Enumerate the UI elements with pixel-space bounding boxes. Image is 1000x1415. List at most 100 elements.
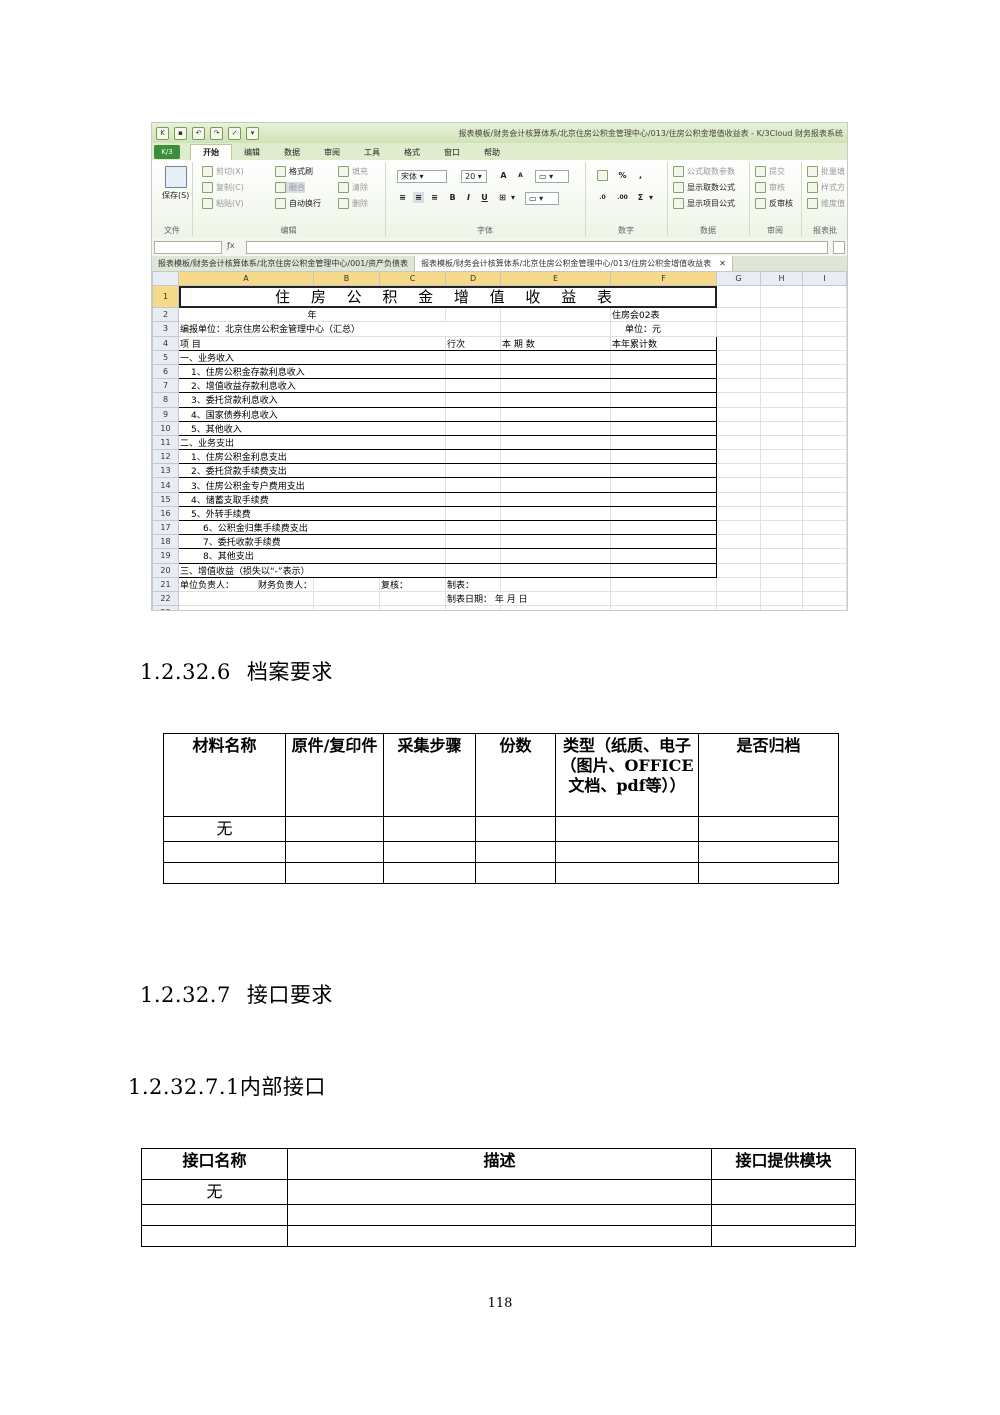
cell[interactable] bbox=[313, 576, 381, 592]
item-cell[interactable]: 二、业务支出 bbox=[177, 434, 447, 451]
cell[interactable] bbox=[610, 576, 718, 592]
row-header[interactable]: 9 bbox=[152, 406, 179, 422]
percent-button[interactable]: % bbox=[617, 170, 628, 181]
cell[interactable] bbox=[716, 534, 762, 550]
cell[interactable] bbox=[716, 605, 762, 610]
cell[interactable] bbox=[500, 392, 612, 408]
cell[interactable] bbox=[610, 534, 718, 550]
item-cell[interactable]: 2、委托贷款手续费支出 bbox=[177, 463, 447, 479]
row-header[interactable]: 17 bbox=[152, 519, 179, 536]
col-header-i[interactable]: I bbox=[802, 270, 847, 287]
item-cell[interactable]: 一、业务收入 bbox=[177, 349, 447, 365]
paste-button[interactable]: 粘贴(V) bbox=[202, 198, 244, 209]
cell[interactable] bbox=[313, 590, 381, 607]
col-header-f[interactable]: F bbox=[610, 270, 718, 287]
bold-button[interactable]: B bbox=[447, 192, 458, 203]
cell[interactable] bbox=[445, 605, 502, 610]
item-cell[interactable]: 7、委托收款手续费 bbox=[177, 534, 447, 550]
row-header[interactable]: 22 bbox=[152, 590, 179, 607]
fill-button[interactable]: 填充 bbox=[338, 166, 368, 177]
cell[interactable] bbox=[610, 605, 718, 610]
tab-data[interactable]: 数据 bbox=[272, 145, 312, 160]
cell[interactable] bbox=[802, 534, 847, 550]
row-header[interactable]: 18 bbox=[152, 534, 179, 550]
cell[interactable] bbox=[716, 434, 762, 451]
report-code-cell[interactable]: 住房会02表 bbox=[610, 307, 718, 323]
cell[interactable] bbox=[445, 505, 502, 522]
cell[interactable] bbox=[445, 562, 502, 578]
cell[interactable] bbox=[716, 349, 762, 365]
dimension-button[interactable]: 维度值 bbox=[807, 198, 845, 209]
reporting-unit-cell[interactable]: 编报单位：北京住房公积金管理中心（汇总） bbox=[177, 321, 502, 337]
cell[interactable] bbox=[716, 562, 762, 578]
row-header[interactable]: 5 bbox=[152, 349, 179, 365]
cell[interactable] bbox=[716, 477, 762, 493]
formula-params-button[interactable]: 公式取数参数 bbox=[673, 166, 735, 177]
item-cell[interactable]: 3、委托贷款利息收入 bbox=[177, 392, 447, 408]
cell[interactable] bbox=[500, 420, 612, 436]
cell[interactable] bbox=[610, 434, 718, 451]
tab-review[interactable]: 审阅 bbox=[312, 145, 352, 160]
header-current-cell[interactable]: 本 期 数 bbox=[500, 335, 612, 351]
row-header[interactable]: 2 bbox=[152, 307, 179, 323]
save-button[interactable]: 保存(S) bbox=[162, 166, 189, 201]
item-cell[interactable]: 三、增值收益（损失以“-”表示） bbox=[177, 562, 447, 578]
cell[interactable] bbox=[610, 477, 718, 493]
cell[interactable] bbox=[802, 349, 847, 365]
unaudit-button[interactable]: 反审核 bbox=[755, 198, 793, 209]
cell[interactable] bbox=[445, 307, 502, 323]
function-icon[interactable]: ƒx bbox=[227, 241, 235, 250]
col-header-e[interactable]: E bbox=[500, 270, 612, 287]
decrease-decimal-button[interactable]: .00 bbox=[617, 192, 628, 203]
col-header-d[interactable]: D bbox=[445, 270, 502, 287]
cell[interactable] bbox=[445, 477, 502, 493]
cell[interactable] bbox=[760, 378, 804, 394]
header-cumulative-cell[interactable]: 本年累计数 bbox=[610, 335, 718, 351]
cell[interactable] bbox=[500, 321, 612, 337]
cell[interactable] bbox=[760, 534, 804, 550]
cell[interactable] bbox=[760, 548, 804, 564]
cell[interactable] bbox=[177, 590, 315, 607]
row-header[interactable]: 7 bbox=[152, 378, 179, 394]
cell[interactable] bbox=[802, 491, 847, 507]
row-header[interactable]: 15 bbox=[152, 491, 179, 507]
cell[interactable] bbox=[760, 449, 804, 465]
item-cell[interactable]: 5、其他收入 bbox=[177, 420, 447, 436]
border-select[interactable]: ▭ ▾ bbox=[535, 170, 569, 183]
cell[interactable] bbox=[802, 434, 847, 451]
cell[interactable] bbox=[802, 420, 847, 436]
cell[interactable] bbox=[716, 505, 762, 522]
row-header[interactable]: 11 bbox=[152, 434, 179, 451]
cell[interactable] bbox=[802, 505, 847, 522]
shrink-font-button[interactable]: A bbox=[515, 170, 526, 181]
save-icon[interactable]: ▪ bbox=[174, 126, 187, 140]
row-header[interactable]: 20 bbox=[152, 562, 179, 578]
cell[interactable] bbox=[500, 605, 612, 610]
cell[interactable] bbox=[500, 463, 612, 479]
cell[interactable] bbox=[716, 307, 762, 323]
row-header[interactable]: 8 bbox=[152, 392, 179, 408]
submit-button[interactable]: 提交 bbox=[755, 166, 785, 177]
cell[interactable] bbox=[500, 434, 612, 451]
cell[interactable] bbox=[802, 519, 847, 536]
underline-button[interactable]: U bbox=[479, 192, 490, 203]
cell[interactable] bbox=[802, 335, 847, 351]
cell[interactable] bbox=[379, 590, 447, 607]
cell[interactable] bbox=[610, 519, 718, 536]
row-header[interactable]: 4 bbox=[152, 335, 179, 351]
cell[interactable] bbox=[177, 605, 315, 610]
redo-icon[interactable]: ↷ bbox=[210, 126, 223, 140]
font-size-select[interactable]: 20 ▾ bbox=[461, 170, 487, 183]
cell[interactable] bbox=[445, 519, 502, 536]
grow-font-button[interactable]: A bbox=[498, 170, 509, 181]
cell[interactable] bbox=[610, 392, 718, 408]
expand-icon[interactable] bbox=[833, 241, 845, 254]
cell[interactable] bbox=[610, 590, 718, 607]
cell[interactable] bbox=[610, 505, 718, 522]
cell[interactable] bbox=[500, 519, 612, 536]
cell[interactable] bbox=[500, 349, 612, 365]
cell[interactable] bbox=[445, 392, 502, 408]
borders-button[interactable]: ⊞ ▾ bbox=[497, 192, 515, 203]
cut-button[interactable]: 剪切(X) bbox=[202, 166, 244, 177]
cell[interactable] bbox=[760, 519, 804, 536]
